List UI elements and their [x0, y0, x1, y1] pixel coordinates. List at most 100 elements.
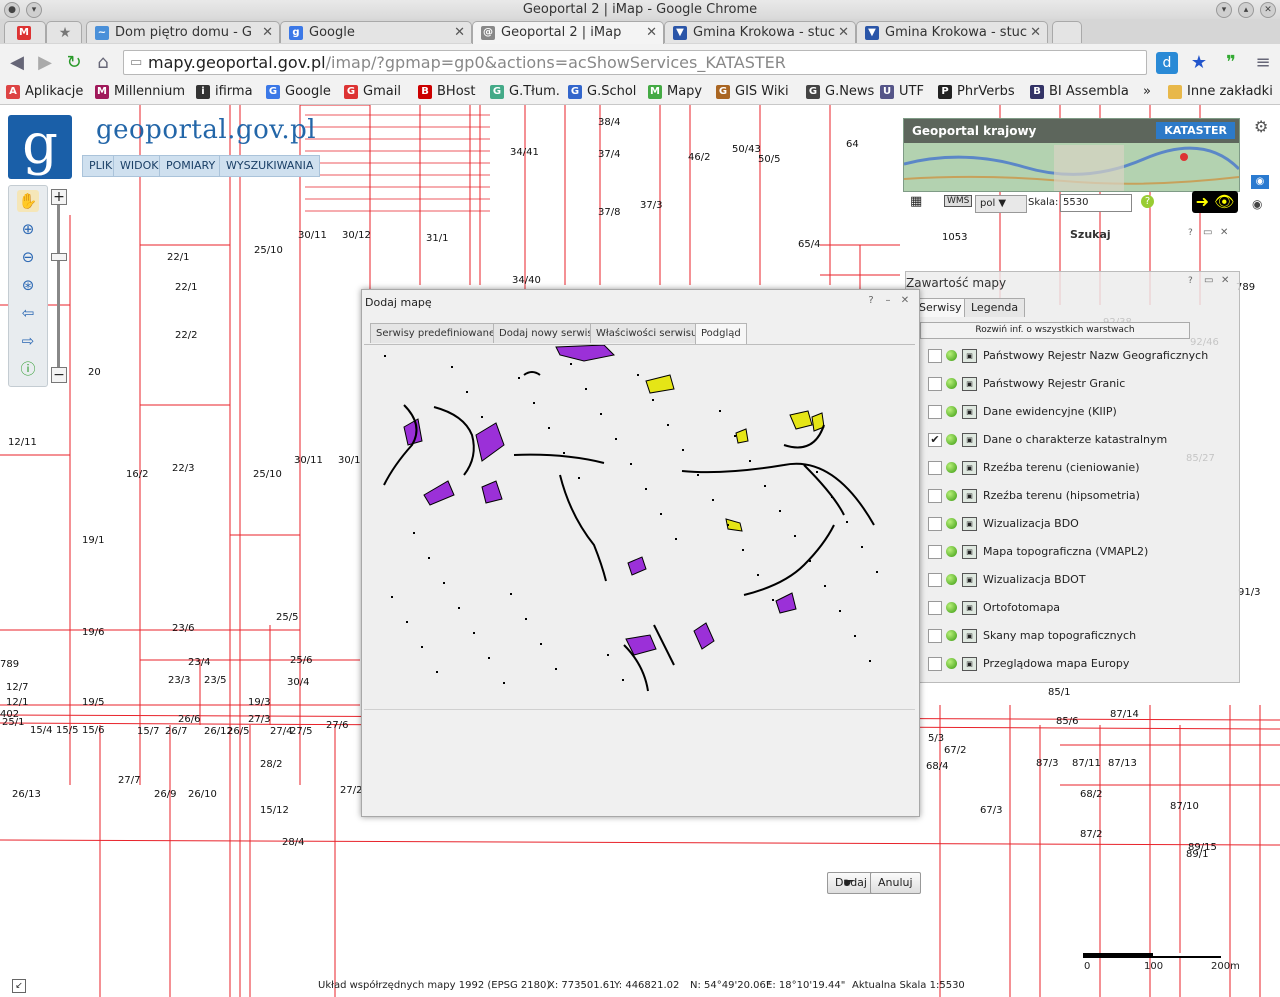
previous-view-arrow-icon[interactable]: ⇦	[17, 302, 39, 324]
layer-row[interactable]: ▣ Rzeźba terenu (hipsometria)	[906, 486, 1236, 506]
bookmark-item[interactable]: i ifirma	[196, 83, 253, 101]
settings-gear-icon[interactable]: ⚙	[1254, 117, 1268, 136]
tab-serwisy-predefiniowane[interactable]: Serwisy predefiniowane	[370, 323, 502, 343]
layer-row[interactable]: ▣ Wizualizacja BDO	[906, 514, 1236, 534]
layer-row[interactable]: ▣ Dane ewidencyjne (KIIP)	[906, 402, 1236, 422]
tab-close-icon[interactable]: ✕	[454, 22, 465, 43]
tab-4[interactable]: ▼ Gmina Krokowa - stuc ✕	[664, 21, 856, 43]
layer-row[interactable]: ▣ Przeglądowa mapa Europy	[906, 654, 1236, 674]
back-arrow-icon[interactable]: ◀	[6, 52, 28, 74]
next-view-arrow-icon[interactable]: ⇨	[17, 330, 39, 352]
bookmark-item[interactable]: G GIS Wiki	[716, 83, 789, 101]
bookmark-item[interactable]: B BHost	[418, 83, 476, 101]
panel-help-icon[interactable]: ?	[1188, 276, 1193, 286]
layer-checkbox[interactable]	[928, 657, 942, 671]
tab-serwisy[interactable]: Serwisy	[912, 298, 969, 317]
menu-widok[interactable]: WIDOK	[113, 155, 166, 177]
dialog-help-icon[interactable]: ?	[865, 295, 877, 307]
cancel-button[interactable]: Anuluj	[870, 872, 921, 894]
layer-checkbox[interactable]	[928, 377, 942, 391]
kataster-badge[interactable]: KATASTER	[1156, 122, 1235, 139]
minimize-button[interactable]: ▾	[1216, 2, 1232, 18]
side-eye-icon[interactable]: ◉	[1252, 197, 1262, 211]
layer-checkbox[interactable]	[928, 349, 942, 363]
zoom-in-icon[interactable]: ⊕	[17, 218, 39, 240]
search-label[interactable]: Szukaj	[1070, 228, 1111, 241]
side-panel-toggle-icon[interactable]: ◉	[1251, 175, 1269, 189]
close-window-button[interactable]: ✕	[1260, 2, 1276, 18]
layer-checkbox[interactable]	[928, 573, 942, 587]
layer-row[interactable]: ▣ Mapa topograficzna (VMAPL2)	[906, 542, 1236, 562]
layer-checkbox[interactable]	[928, 601, 942, 615]
window-menu-icon[interactable]: ▾	[26, 2, 42, 18]
bookmark-item[interactable]: A Aplikacje	[6, 83, 83, 101]
bookmark-item[interactable]: G G.Schol	[568, 83, 636, 101]
bookmark-item[interactable]: M Millennium	[95, 83, 185, 101]
tab-close-icon[interactable]: ✕	[1030, 22, 1041, 43]
zoom-minus-button[interactable]: −	[51, 367, 67, 383]
new-tab-button[interactable]	[1052, 21, 1082, 43]
panel-close-icon[interactable]: ✕	[1221, 275, 1229, 286]
help-icon[interactable]: ?	[1141, 195, 1154, 208]
visibility-eye-icon[interactable]: ➜ 👁	[1192, 191, 1238, 213]
tab-podglad[interactable]: Podgląd	[695, 323, 747, 344]
bookmark-item[interactable]: B BI Assembla	[1030, 83, 1129, 101]
zoom-out-icon[interactable]: ⊖	[17, 246, 39, 268]
language-select[interactable]: pol ▼	[975, 195, 1027, 213]
bookmark-item[interactable]: G Gmail	[344, 83, 401, 101]
maximize-button[interactable]: ▴	[1238, 2, 1254, 18]
chrome-menu-icon[interactable]: ●	[4, 2, 20, 18]
layer-checkbox[interactable]	[928, 489, 942, 503]
layer-checkbox[interactable]	[928, 461, 942, 475]
extension-d-icon[interactable]: d	[1156, 52, 1178, 74]
geoportal-logo-icon[interactable]: g	[8, 115, 72, 179]
tab-close-icon[interactable]: ✕	[646, 22, 657, 44]
pan-hand-icon[interactable]: ✋	[17, 190, 39, 212]
scale-input[interactable]: 5530	[1060, 194, 1132, 212]
print-icon[interactable]: ▦	[910, 194, 922, 209]
overview-map[interactable]: Geoportal krajowy KATASTER	[903, 118, 1240, 192]
address-bar[interactable]: ▭ mapy.geoportal.gov.pl/imap/?gpmap=gp0&…	[123, 50, 1147, 75]
layer-checkbox[interactable]	[928, 405, 942, 419]
home-icon[interactable]: ⌂	[92, 52, 114, 74]
zoom-extent-icon[interactable]: ⊛	[17, 274, 39, 296]
bookmark-item[interactable]: G Google	[266, 83, 331, 101]
zoom-slider-handle[interactable]	[51, 253, 67, 261]
panel-minimize-icon[interactable]: ▭	[1204, 275, 1213, 286]
info-icon[interactable]: ⓘ	[17, 358, 39, 380]
bookmark-item[interactable]: P PhrVerbs	[938, 83, 1015, 101]
menu-pomiary[interactable]: POMIARY	[159, 155, 223, 177]
search-help-icon[interactable]: ?	[1188, 228, 1193, 238]
layer-row[interactable]: ▣ Wizualizacja BDOT	[906, 570, 1236, 590]
tab-gmail-icon-only[interactable]: M	[4, 21, 46, 43]
extension-star-icon[interactable]: ★	[1188, 52, 1210, 74]
tab-3-active[interactable]: @ Geoportal 2 | iMap ✕	[472, 21, 664, 44]
map-view[interactable]: 38/4 37/4 34/41 46/2 50/43 50/5 64 37/8 37/3 22/1…	[0, 105, 1280, 997]
tab-wlasciwosci-serwisu[interactable]: Właściwości serwisu	[590, 323, 704, 343]
layer-row[interactable]: ✔ ▣ Dane o charakterze katastralnym	[906, 430, 1236, 450]
bookmarks-more[interactable]: »	[1143, 83, 1151, 101]
tab-close-icon[interactable]: ✕	[262, 22, 273, 43]
search-minimize-icon[interactable]: ▭	[1203, 227, 1212, 238]
tab-2[interactable]: g Google ✕	[280, 21, 472, 43]
layer-row[interactable]: ▣ Państwowy Rejestr Granic	[906, 374, 1236, 394]
tab-legenda[interactable]: Legenda	[964, 298, 1026, 317]
chrome-menu-icon[interactable]: ≡	[1252, 52, 1274, 74]
layer-row[interactable]: ▣ Ortofotomapa	[906, 598, 1236, 618]
layer-row[interactable]: ▣ Skany map topograficznych	[906, 626, 1236, 646]
layer-checkbox[interactable]: ✔	[928, 433, 942, 447]
layer-checkbox[interactable]	[928, 545, 942, 559]
bookmark-item[interactable]: G G.News	[806, 83, 874, 101]
tab-5[interactable]: ▼ Gmina Krokowa - stuc ✕	[856, 21, 1048, 43]
search-close-icon[interactable]: ✕	[1220, 227, 1228, 238]
status-expand-icon[interactable]: ↙	[12, 979, 26, 993]
zoom-slider[interactable]: + −	[51, 189, 67, 385]
bookmark-item[interactable]: M Mapy	[648, 83, 702, 101]
layer-row[interactable]: ▣ Państwowy Rejestr Nazw Geograficznych	[906, 346, 1236, 366]
forward-arrow-icon[interactable]: ▶	[34, 52, 56, 74]
dialog-minimize-icon[interactable]: –	[882, 295, 894, 307]
dialog-close-icon[interactable]: ✕	[899, 295, 911, 307]
layer-checkbox[interactable]	[928, 517, 942, 531]
zoom-plus-button[interactable]: +	[51, 189, 67, 205]
tab-1[interactable]: ~ Dom piętro domu - G ✕	[86, 21, 280, 43]
